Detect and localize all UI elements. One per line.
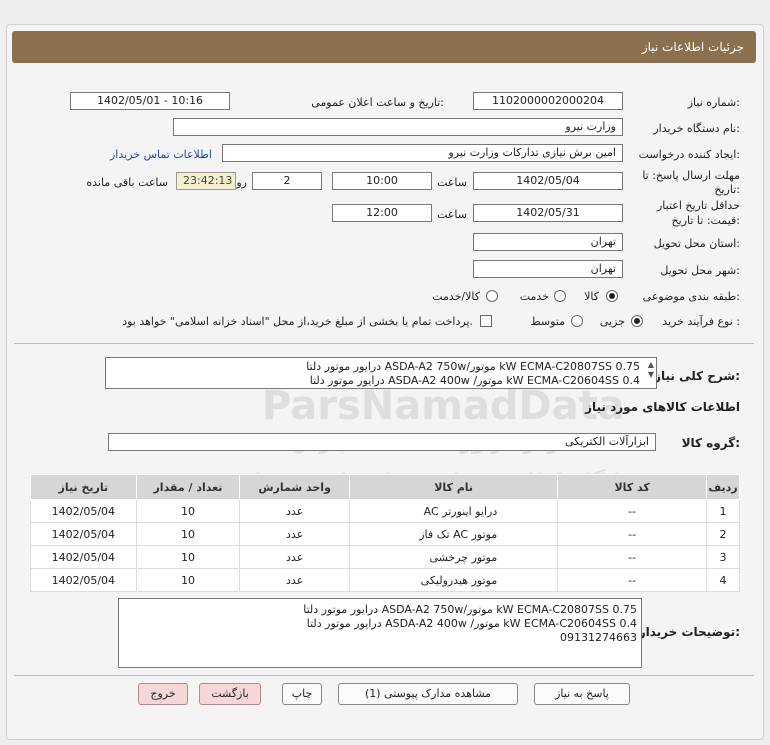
process-medium-label: متوسط: [530, 315, 565, 328]
buyer-notes-label: توضیحات خریدار:: [638, 625, 740, 639]
row-index: 4: [705, 568, 741, 592]
row-unit: عدد: [239, 568, 351, 592]
table-row: 2 -- موتور AC تک فاز عدد 10 1402/05/04: [30, 522, 741, 546]
buyer-notes-line-3: 09131274663: [560, 631, 637, 644]
category-label: طبقه بندی موضوعی:: [642, 290, 740, 303]
divider-1: [14, 343, 754, 344]
table-row: 3 -- موتور چرخشی عدد 10 1402/05/04: [30, 545, 741, 569]
back-button[interactable]: بازگشت: [199, 683, 261, 705]
row-unit: عدد: [239, 545, 351, 569]
city-field: تهران: [473, 260, 623, 278]
row-qty: 10: [135, 545, 241, 569]
row-qty: 10: [135, 522, 241, 546]
validity-label-1: حداقل تاریخ اعتبار: [656, 199, 740, 212]
row-name: موتور AC تک فاز: [349, 522, 559, 546]
page-title: جزئیات اطلاعات نیاز: [641, 40, 744, 54]
goods-group-field: ابزارآلات الکتریکی: [108, 433, 656, 451]
col-unit: واحد شمارش: [239, 474, 351, 500]
validity-hour-label: ساعت: [437, 208, 467, 221]
row-code: --: [557, 522, 707, 546]
row-index: 2: [705, 522, 741, 546]
need-number-field: 1102000002000204: [473, 92, 623, 110]
category-both-label: کالا/خدمت: [432, 290, 480, 303]
creator-field: امین برش نیازی تدارکات وزارت نیرو: [222, 144, 623, 162]
row-name: موتور چرخشی: [349, 545, 559, 569]
process-minor-radio[interactable]: [631, 315, 643, 327]
treasury-payment-note: پرداخت تمام یا بخشی از مبلغ خرید،از محل …: [122, 315, 473, 328]
attachments-button[interactable]: مشاهده مدارک پیوستی (1): [338, 683, 518, 705]
goods-group-label: گروه کالا:: [681, 436, 740, 450]
row-qty: 10: [135, 499, 241, 523]
row-index: 1: [705, 499, 741, 523]
table-row: 1 -- درایو اینورتر AC عدد 10 1402/05/04: [30, 499, 741, 523]
goods-info-title: اطلاعات کالاهای مورد نیاز: [585, 400, 740, 414]
deadline-time-field: 10:00: [332, 172, 432, 190]
announce-field: 1402/05/01 - 10:16: [70, 92, 230, 110]
summary-box: ▲ ▼ درایور موتور دلتا ASDA-A2 750w/موتور …: [105, 357, 657, 389]
deadline-label-2: تاریخ:: [714, 183, 740, 196]
announce-label: تاریخ و ساعت اعلان عمومی:: [311, 96, 444, 109]
province-label: استان محل تحویل:: [653, 237, 740, 250]
summary-line-1: درایور موتور دلتا ASDA-A2 750w/موتور kW …: [306, 360, 640, 373]
summary-scroll-icon[interactable]: ▲ ▼: [648, 360, 654, 380]
buyer-notes-box: درایور موتور دلتا ASDA-A2 750w/موتور kW …: [118, 598, 642, 668]
validity-date-field: 1402/05/31: [473, 204, 623, 222]
days-field: 2: [252, 172, 322, 190]
category-service-radio[interactable]: [554, 290, 566, 302]
page-title-bar: جزئیات اطلاعات نیاز: [12, 31, 756, 63]
city-label: شهر محل تحویل:: [660, 264, 740, 277]
row-code: --: [557, 499, 707, 523]
items-table: ردیف کد کالا نام کالا واحد شمارش تعداد /…: [30, 474, 741, 592]
table-row: 4 -- موتور هیدرولیکی عدد 10 1402/05/04: [30, 568, 741, 592]
row-date: 1402/05/04: [30, 499, 137, 523]
remaining-time-field: 23:42:13: [176, 172, 236, 190]
row-name: درایو اینورتر AC: [349, 499, 559, 523]
category-goods-radio[interactable]: [606, 290, 618, 302]
row-code: --: [557, 545, 707, 569]
row-index: 3: [705, 545, 741, 569]
col-code: کد کالا: [557, 474, 707, 500]
buyer-notes-line-2: درایور موتور دلتا ASDA-A2 400w /موتور kW…: [306, 617, 637, 630]
row-qty: 10: [135, 568, 241, 592]
process-minor-label: جزیی: [599, 315, 625, 328]
row-date: 1402/05/04: [30, 568, 137, 592]
category-goods-label: کالا: [584, 290, 599, 303]
col-date: تاریخ نیاز: [30, 474, 137, 500]
buyer-org-label: نام دستگاه خریدار:: [653, 122, 740, 135]
buyer-contact-link[interactable]: اطلاعات تماس خریدار: [110, 148, 212, 161]
deadline-date-field: 1402/05/04: [473, 172, 623, 190]
row-name: موتور هیدرولیکی: [349, 568, 559, 592]
category-both-radio[interactable]: [486, 290, 498, 302]
exit-button[interactable]: خروج: [138, 683, 188, 705]
creator-label: ایجاد کننده درخواست:: [638, 148, 740, 161]
row-date: 1402/05/04: [30, 545, 137, 569]
table-header-row: ردیف کد کالا نام کالا واحد شمارش تعداد /…: [30, 474, 741, 500]
row-code: --: [557, 568, 707, 592]
col-qty: تعداد / مقدار: [135, 474, 241, 500]
row-unit: عدد: [239, 522, 351, 546]
validity-time-field: 12:00: [332, 204, 432, 222]
summary-line-2: درایور موتور دلتا ASDA-A2 400w /موتور kW…: [309, 374, 640, 387]
province-field: تهران: [473, 233, 623, 251]
buyer-org-field: وزارت نیرو: [173, 118, 623, 136]
deadline-hour-label: ساعت: [437, 176, 467, 189]
divider-2: [14, 675, 754, 676]
row-date: 1402/05/04: [30, 522, 137, 546]
remaining-label: ساعت باقی مانده: [86, 176, 168, 189]
row-unit: عدد: [239, 499, 351, 523]
print-button[interactable]: چاپ: [282, 683, 322, 705]
need-number-label: شماره نیاز:: [687, 96, 740, 109]
summary-label: شرح کلی نیاز:: [654, 369, 740, 383]
category-service-label: خدمت: [519, 290, 549, 303]
treasury-payment-checkbox[interactable]: [480, 315, 492, 327]
deadline-label-1: مهلت ارسال پاسخ: تا: [642, 169, 740, 182]
col-index: ردیف: [705, 474, 741, 500]
col-name: نام کالا: [349, 474, 559, 500]
reply-button[interactable]: پاسخ به نیاز: [534, 683, 630, 705]
process-medium-radio[interactable]: [571, 315, 583, 327]
validity-label-2: قیمت: تا تاریخ:: [671, 214, 740, 227]
buyer-notes-line-1: درایور موتور دلتا ASDA-A2 750w/موتور kW …: [303, 603, 637, 616]
process-label: نوع فرآیند خرید :: [662, 315, 740, 328]
